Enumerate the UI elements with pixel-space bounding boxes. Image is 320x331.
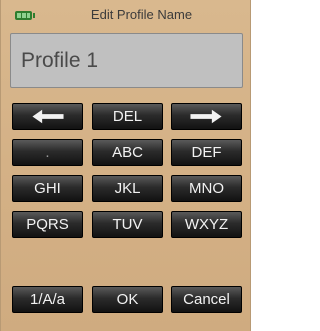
cancel-button[interactable]: Cancel — [171, 286, 242, 313]
key-def[interactable]: DEF — [171, 139, 242, 166]
battery-icon — [15, 11, 35, 20]
left-arrow-button[interactable] — [12, 103, 83, 130]
key-pqrs[interactable]: PQRS — [12, 211, 83, 238]
title-bar: Edit Profile Name — [1, 6, 252, 26]
right-arrow-icon — [190, 109, 222, 124]
ok-button[interactable]: OK — [92, 286, 163, 313]
key-wxyz[interactable]: WXYZ — [171, 211, 242, 238]
screen: Edit Profile Name Profile 1 DEL . ABC DE… — [0, 0, 251, 331]
punctuation-key[interactable]: . — [12, 139, 83, 166]
page-title: Edit Profile Name — [90, 7, 193, 22]
key-abc[interactable]: ABC — [92, 139, 163, 166]
key-mno[interactable]: MNO — [171, 175, 242, 202]
right-arrow-button[interactable] — [171, 103, 242, 130]
key-jkl[interactable]: JKL — [92, 175, 163, 202]
left-arrow-icon — [32, 109, 64, 124]
mode-button[interactable]: 1/A/a — [12, 286, 83, 313]
key-tuv[interactable]: TUV — [92, 211, 163, 238]
key-ghi[interactable]: GHI — [12, 175, 83, 202]
del-button[interactable]: DEL — [92, 103, 163, 130]
profile-name-field[interactable]: Profile 1 — [10, 33, 243, 88]
profile-name-value: Profile 1 — [21, 49, 99, 72]
